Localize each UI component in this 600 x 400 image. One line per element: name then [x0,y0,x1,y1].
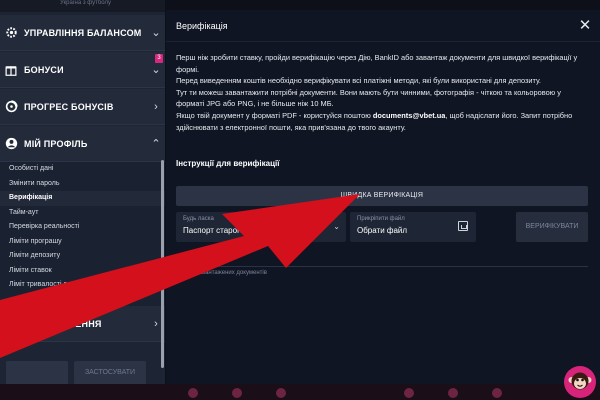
gift-icon [4,63,18,77]
uploaded-heading: Завантажені [176,254,225,263]
game-chip-icon [232,388,242,398]
notification-badge: 3 [155,54,163,63]
file-upload-value: Обрати файл [357,226,408,235]
modal-title: Верифікація [176,20,228,31]
chevron-down-icon: ⌄ [151,27,161,39]
docs-paragraph: Тут ти можеш завантажити потрібні докуме… [176,87,561,109]
gear-icon [4,26,18,40]
divider [176,266,588,267]
sidebar-item-messages[interactable]: ПОВІДОМЛЕННЯ › [0,306,165,342]
submenu-item-deposit-limits[interactable]: Ліміти депозиту [0,249,165,264]
close-icon[interactable]: ✕ [570,18,600,33]
file-upload-field[interactable]: Прикріпити файл Обрати файл [350,212,476,242]
game-chip-icon [188,388,198,398]
chevron-down-icon: ⌄ [151,64,161,76]
document-type-value: Паспорт старого зразка (книжечка) [183,226,313,235]
game-chip-icon [404,388,414,398]
submenu-item-personal-data[interactable]: Особисті дані [0,162,165,177]
sidebar-top-strip: Україна з футболу [0,0,165,12]
monkey-face-icon [568,372,592,390]
envelope-icon [4,317,18,331]
pdf-paragraph: Якщо твій документ у форматі PDF - корис… [176,110,573,132]
document-type-select[interactable]: Будь ласка Паспорт старого зразка (книже… [176,212,346,242]
verification-modal: Верифікація ✕ Перш ніж зробити ставку, п… [166,10,600,400]
sidebar-item-label: ПРОГРЕС БОНУСІВ [24,101,114,112]
email-link[interactable]: documents@vbet.ua [373,111,446,120]
game-chip-icon [492,388,502,398]
modal-body: Перш ніж зробити ставку, пройди верифіка… [166,42,600,133]
bottom-game-strip [0,384,600,400]
game-chip-icon [276,388,286,398]
submenu-item-reality-check[interactable]: Перевірка реальності [0,220,165,235]
chevron-down-icon: ⌄ [333,222,340,231]
user-icon [4,137,18,151]
no-documents-text: Немає завантажених документів [176,270,267,276]
support-chat-avatar[interactable] [564,366,596,398]
sidebar: Україна з футболу УПРАВЛІННЯ БАЛАНСОМ ⌄ … [0,0,165,400]
sidebar-item-bonus-progress[interactable]: ПРОГРЕС БОНУСІВ › [0,89,165,125]
verify-button[interactable]: ВЕРИФІКУВАТИ [516,212,588,242]
sidebar-item-my-profile[interactable]: МІЙ ПРОФІЛЬ ⌃ [0,126,165,162]
submenu-item-change-password[interactable]: Змінити пароль [0,177,165,192]
intro-paragraph: Перш ніж зробити ставку, пройди верифіка… [176,53,578,74]
sidebar-item-label: УПРАВЛІННЯ БАЛАНСОМ [24,27,142,38]
submenu-item-loss-limits[interactable]: Ліміти програшу [0,235,165,250]
chevron-up-icon: ⌃ [151,138,161,150]
sidebar-item-label: МІЙ ПРОФІЛЬ [24,138,88,149]
document-type-placeholder: Будь ласка [183,216,214,222]
modal-header: Верифікація ✕ [166,10,600,42]
reset-button[interactable] [6,361,68,385]
instructions-link[interactable]: Інструкції для верифікації [176,159,279,168]
submenu-item-bet-limits[interactable]: Ліміти ставок [0,264,165,279]
submenu-item-session-limit[interactable]: Ліміт тривалості сесії [0,278,165,293]
file-upload-placeholder: Прикріпити файл [357,216,405,222]
sidebar-item-bonuses[interactable]: БОНУСИ ⌄ 3 [0,52,165,88]
progress-icon [4,100,18,114]
game-chip-icon [448,388,458,398]
apply-button[interactable]: ЗАСТОСУВАТИ [74,361,146,385]
profile-submenu: Особисті дані Змінити пароль Верифікація… [0,162,165,308]
submenu-item-timeout[interactable]: Тайм-аут [0,206,165,221]
sidebar-item-label: ПОВІДОМЛЕННЯ [24,318,102,329]
withdraw-paragraph: Перед виведенням коштів необхідно верифі… [176,76,541,86]
attach-file-icon [458,221,468,231]
sidebar-item-label: БОНУСИ [24,64,64,75]
chevron-right-icon: › [154,100,158,113]
fast-verification-button[interactable]: ШВИДКА ВЕРИФІКАЦІЯ [176,186,588,206]
sidebar-scrollbar[interactable] [161,160,164,368]
sidebar-item-balance[interactable]: УПРАВЛІННЯ БАЛАНСОМ ⌄ [0,15,165,51]
submenu-item-verification[interactable]: Верифікація [0,191,165,206]
